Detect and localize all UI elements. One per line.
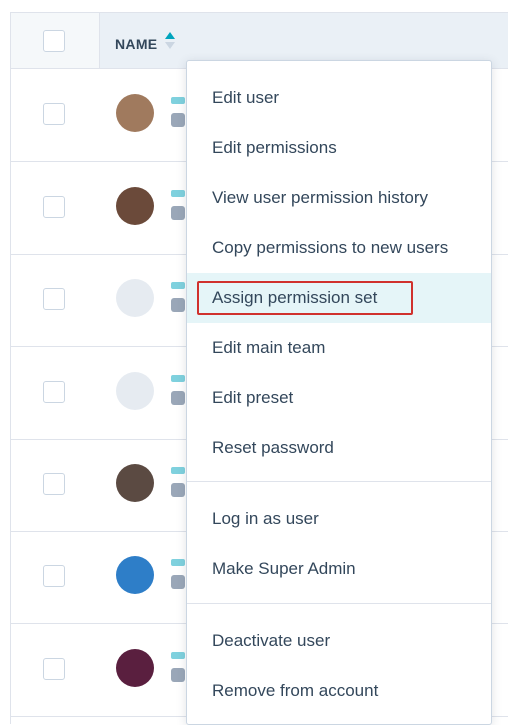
user-icon-blurred [171,113,185,127]
menu-item-make-super-admin[interactable]: Make Super Admin [187,544,491,594]
user-icon-blurred [171,575,185,589]
header-checkbox-cell [11,13,99,68]
user-name-blurred[interactable] [171,467,185,474]
row-checkbox[interactable] [43,658,65,680]
menu-item-label: Copy permissions to new users [212,238,449,257]
menu-item-edit-main-team[interactable]: Edit main team [187,323,491,373]
row-checkbox[interactable] [43,473,65,495]
menu-item-view-permission-history[interactable]: View user permission history [187,173,491,223]
menu-item-label: Remove from account [212,681,379,700]
user-name-blurred[interactable] [171,559,185,566]
user-name-blurred[interactable] [171,282,185,289]
avatar [116,279,154,317]
avatar [116,556,154,594]
user-icon-blurred [171,483,185,497]
menu-item-reset-password[interactable]: Reset password [187,423,491,473]
row-checkbox[interactable] [43,381,65,403]
menu-divider [187,603,491,604]
user-name-blurred[interactable] [171,190,185,197]
user-icon-blurred [171,391,185,405]
menu-item-label: Edit preset [212,388,294,407]
menu-item-label: Edit main team [212,338,326,357]
menu-item-label: Assign permission set [212,288,378,307]
menu-divider [187,481,491,482]
menu-item-copy-permissions[interactable]: Copy permissions to new users [187,223,491,273]
avatar [116,372,154,410]
avatar [116,649,154,687]
name-column-label: NAME [115,36,158,52]
sort-icon[interactable] [165,32,175,52]
row-checkbox[interactable] [43,196,65,218]
menu-item-label: Deactivate user [212,631,331,650]
user-icon-blurred [171,298,185,312]
avatar [116,94,154,132]
user-icon-blurred [171,206,185,220]
row-checkbox[interactable] [43,103,65,125]
menu-item-label: Make Super Admin [212,559,356,578]
sort-ascending-icon [165,32,175,39]
menu-item-edit-preset[interactable]: Edit preset [187,373,491,423]
menu-item-edit-permissions[interactable]: Edit permissions [187,123,491,173]
menu-item-assign-permission-set[interactable]: Assign permission set [187,273,491,323]
user-name-blurred[interactable] [171,97,185,104]
row-checkbox[interactable] [43,565,65,587]
menu-item-label: Edit user [212,88,280,107]
select-all-checkbox[interactable] [43,30,65,52]
avatar [116,464,154,502]
user-name-blurred[interactable] [171,652,185,659]
menu-item-log-in-as-user[interactable]: Log in as user [187,494,491,544]
user-actions-dropdown-menu: Edit user Edit permissions View user per… [186,60,492,725]
user-name-blurred[interactable] [171,375,185,382]
menu-item-label: Reset password [212,438,334,457]
menu-item-label: View user permission history [212,188,429,207]
menu-item-label: Log in as user [212,509,319,528]
menu-item-label: Edit permissions [212,138,337,157]
row-checkbox[interactable] [43,288,65,310]
menu-item-deactivate-user[interactable]: Deactivate user [187,616,491,666]
menu-item-edit-user[interactable]: Edit user [187,73,491,123]
avatar [116,187,154,225]
sort-descending-icon [165,42,175,49]
user-icon-blurred [171,668,185,682]
menu-item-remove-from-account[interactable]: Remove from account [187,666,491,716]
